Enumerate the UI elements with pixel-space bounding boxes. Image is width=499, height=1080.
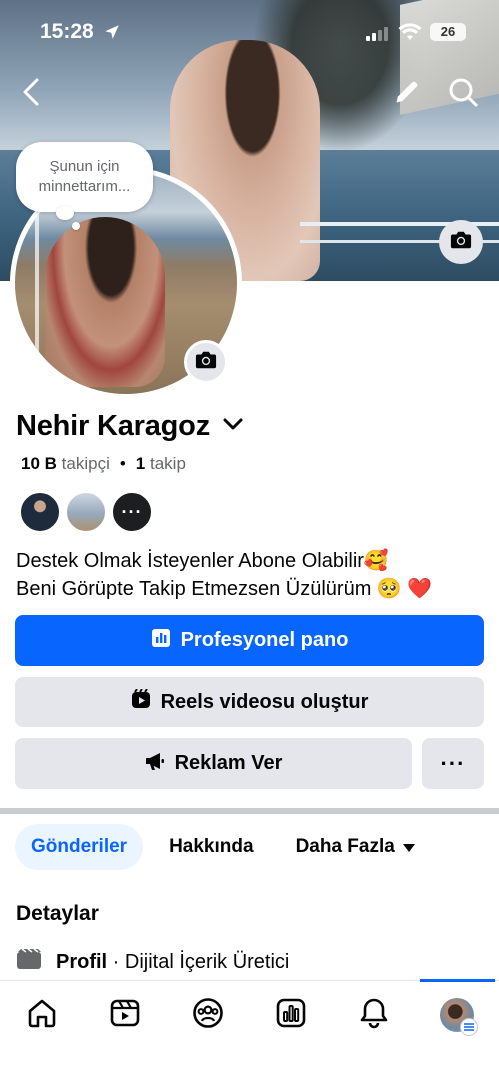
nav-home[interactable] xyxy=(17,995,67,1035)
bottom-navigation xyxy=(0,979,499,1080)
more-options-button[interactable]: ··· xyxy=(422,738,484,789)
note-bubble-text: Şunun için minnettarım... xyxy=(38,158,131,195)
profile-tabs: Gönderiler Hakkında Daha Fazla xyxy=(15,824,441,870)
following-label: takip xyxy=(150,454,186,473)
groups-icon xyxy=(192,997,224,1034)
chevron-down-icon xyxy=(222,417,244,436)
details-heading: Detaylar xyxy=(16,902,99,925)
nav-groups[interactable] xyxy=(183,995,233,1035)
dashboard-icon xyxy=(151,628,171,654)
back-arrow-icon xyxy=(21,77,41,112)
tab-more[interactable]: Daha Fazla xyxy=(280,824,431,870)
menu-icon xyxy=(460,1018,478,1036)
cellular-signal-icon xyxy=(366,27,388,41)
video-icon xyxy=(109,997,141,1034)
back-button[interactable] xyxy=(14,76,48,112)
edit-profile-button[interactable] xyxy=(390,78,424,110)
professional-dashboard-button[interactable]: Profesyonel pano xyxy=(15,615,484,666)
caret-down-icon xyxy=(402,836,415,858)
location-arrow-icon xyxy=(103,23,121,46)
detail-profile-row: Profil · Dijital İçerik Üretici xyxy=(16,948,289,976)
tab-label: Gönderiler xyxy=(31,836,128,857)
nav-profile-menu[interactable] xyxy=(432,995,482,1036)
advertise-label: Reklam Ver xyxy=(174,752,283,774)
avatar-camera-button[interactable] xyxy=(184,340,228,384)
detail-profile-label: Profil xyxy=(56,950,108,973)
create-reel-button[interactable]: Reels videosu oluştur xyxy=(15,677,484,727)
note-bubble-tail-small xyxy=(72,222,80,230)
wifi-icon xyxy=(398,22,422,47)
camera-icon xyxy=(450,230,472,255)
more-friends-button[interactable]: ··· xyxy=(111,491,153,533)
camera-icon xyxy=(195,350,217,375)
status-bar: 15:28 26 xyxy=(0,18,499,50)
clapperboard-icon xyxy=(16,948,42,976)
advertise-button[interactable]: Reklam Ver xyxy=(15,738,412,789)
search-button[interactable] xyxy=(444,76,482,112)
dashboard-icon xyxy=(275,997,307,1034)
note-bubble-tail xyxy=(56,206,74,220)
note-bubble[interactable]: Şunun için minnettarım... xyxy=(16,142,153,212)
pencil-icon xyxy=(393,78,421,111)
megaphone-icon xyxy=(145,751,165,777)
tab-posts[interactable]: Gönderiler xyxy=(15,824,144,870)
professional-dashboard-label: Profesyonel pano xyxy=(180,629,349,651)
profile-name: Nehir Karagoz xyxy=(16,410,210,442)
following-link[interactable]: 1 takip xyxy=(136,454,186,473)
bio-line: Destek Olmak İsteyenler Abone Olabilir🥰 xyxy=(16,550,389,572)
tab-label: Hakkında xyxy=(169,836,254,857)
following-count: 1 xyxy=(135,454,146,473)
status-time: 15:28 xyxy=(40,20,94,43)
friend-avatar[interactable] xyxy=(19,491,61,533)
friend-avatar[interactable] xyxy=(65,491,107,533)
tab-about[interactable]: Hakkında xyxy=(153,824,269,870)
profile-name-row[interactable]: Nehir Karagoz xyxy=(16,410,244,443)
follow-stats: 10 B takipçi • 1 takip xyxy=(21,454,186,474)
more-dots-icon: ··· xyxy=(440,750,466,776)
home-icon xyxy=(26,997,58,1034)
cover-camera-button[interactable] xyxy=(439,220,483,264)
stats-separator: • xyxy=(119,454,126,473)
nav-notifications[interactable] xyxy=(349,995,399,1035)
create-reel-label: Reels videosu oluştur xyxy=(160,690,369,713)
nav-dashboard[interactable] xyxy=(266,995,316,1035)
followers-link[interactable]: 10 B takipçi xyxy=(21,454,110,473)
nav-video[interactable] xyxy=(100,995,150,1035)
friends-preview[interactable]: ··· xyxy=(19,491,153,533)
active-tab-indicator xyxy=(420,979,495,982)
tab-label: Daha Fazla xyxy=(295,836,395,857)
followers-count: 10 B xyxy=(21,454,57,473)
detail-profile-value: · Dijital İçerik Üretici xyxy=(107,950,290,973)
followers-label: takipçi xyxy=(61,454,110,473)
search-icon xyxy=(448,77,478,112)
reels-icon xyxy=(131,688,151,715)
battery-indicator: 26 xyxy=(430,23,466,41)
bio-line: Beni Görüpte Takip Etmezsen Üzülürüm 🥺 ❤… xyxy=(16,578,433,600)
profile-picture-figure xyxy=(45,217,165,387)
notifications-icon xyxy=(358,997,390,1034)
section-divider xyxy=(0,808,499,814)
profile-menu-icon xyxy=(440,998,478,1036)
profile-bio: Destek Olmak İsteyenler Abone Olabilir🥰 … xyxy=(16,547,486,603)
